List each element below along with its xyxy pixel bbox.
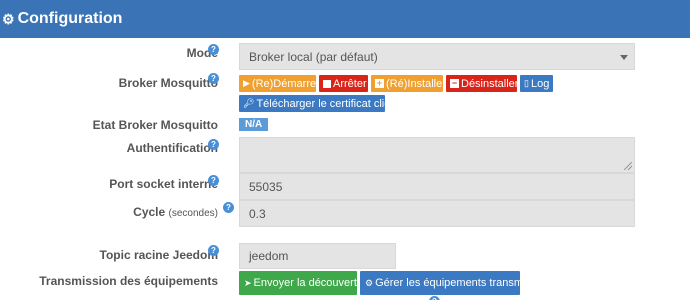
auth-label: Authentification xyxy=(126,141,218,155)
stop-icon xyxy=(323,79,331,88)
transmission-label: Transmission des équipements xyxy=(39,274,218,288)
help-icon[interactable]: ? xyxy=(208,139,219,150)
status-badge: N/A xyxy=(239,118,269,131)
topic-label: Topic racine Jeedom xyxy=(99,248,218,262)
topic-value: jeedom xyxy=(249,249,289,263)
manage-equipment-label: Gérer les équipements transmis xyxy=(375,277,531,289)
cycle-input[interactable]: 0.3 xyxy=(239,200,635,227)
mode-select[interactable]: Broker local (par défaut) xyxy=(239,43,635,70)
cycle-label-text: Cycle xyxy=(133,205,166,219)
plus-square-icon: + xyxy=(375,78,384,88)
stop-button-label: Arrêter xyxy=(333,77,367,90)
reinstall-button-label: (Ré)Installer xyxy=(386,77,446,90)
status-label: Etat Broker Mosquitto xyxy=(92,118,218,132)
cycle-label: Cycle (secondes) xyxy=(133,205,218,219)
reinstall-button[interactable]: + (Ré)Installer xyxy=(371,75,446,92)
minus-square-icon: − xyxy=(450,78,459,88)
key-icon: 🔑︎ xyxy=(243,98,255,108)
send-discovery-label: Envoyer la découverte xyxy=(253,277,363,289)
help-icon[interactable]: ? xyxy=(208,175,219,186)
gear-icon: ⚙ xyxy=(2,11,15,27)
help-icon[interactable]: ? xyxy=(208,73,219,84)
auth-textarea[interactable] xyxy=(239,137,635,173)
restart-button[interactable]: ▶ (Re)Démarrer xyxy=(239,75,320,92)
download-certificate-label: Télécharger le certificat client xyxy=(256,97,400,110)
help-icon[interactable]: ? xyxy=(208,44,219,55)
help-icon[interactable]: ? xyxy=(208,245,219,256)
topic-input[interactable]: jeedom xyxy=(239,243,396,269)
uninstall-button[interactable]: − Désinstaller xyxy=(446,75,519,92)
resize-grip-icon[interactable] xyxy=(624,162,632,170)
log-button[interactable]: ▯ Log xyxy=(520,75,553,92)
gear-icon: ⚙ xyxy=(365,277,374,288)
cycle-unit: (secondes) xyxy=(168,208,218,219)
mode-select-value: Broker local (par défaut) xyxy=(249,49,378,64)
restart-button-label: (Re)Démarrer xyxy=(251,77,320,90)
panel-header: ⚙ Configuration xyxy=(0,0,690,38)
send-discovery-button[interactable]: ➤ Envoyer la découverte xyxy=(239,271,363,295)
help-icon[interactable]: ? xyxy=(223,202,234,213)
port-label: Port socket interne xyxy=(109,177,218,191)
download-certificate-button[interactable]: 🔑︎ Télécharger le certificat client xyxy=(239,95,400,112)
panel-title: Configuration xyxy=(17,10,123,27)
help-icon[interactable]: ? xyxy=(429,296,440,300)
stop-button[interactable]: Arrêter xyxy=(319,75,368,92)
play-icon: ▶ xyxy=(243,78,250,88)
uninstall-button-label: Désinstaller xyxy=(461,77,519,90)
cycle-value: 0.3 xyxy=(249,206,266,221)
chevron-down-icon xyxy=(620,55,628,60)
manage-equipment-button[interactable]: ⚙ Gérer les équipements transmis xyxy=(360,271,531,295)
port-input[interactable]: 55035 xyxy=(239,173,635,200)
broker-label: Broker Mosquitto xyxy=(118,76,218,90)
paper-plane-icon: ➤ xyxy=(244,277,252,288)
file-icon: ▯ xyxy=(524,78,529,88)
port-value: 55035 xyxy=(249,179,283,194)
log-button-label: Log xyxy=(530,77,550,90)
